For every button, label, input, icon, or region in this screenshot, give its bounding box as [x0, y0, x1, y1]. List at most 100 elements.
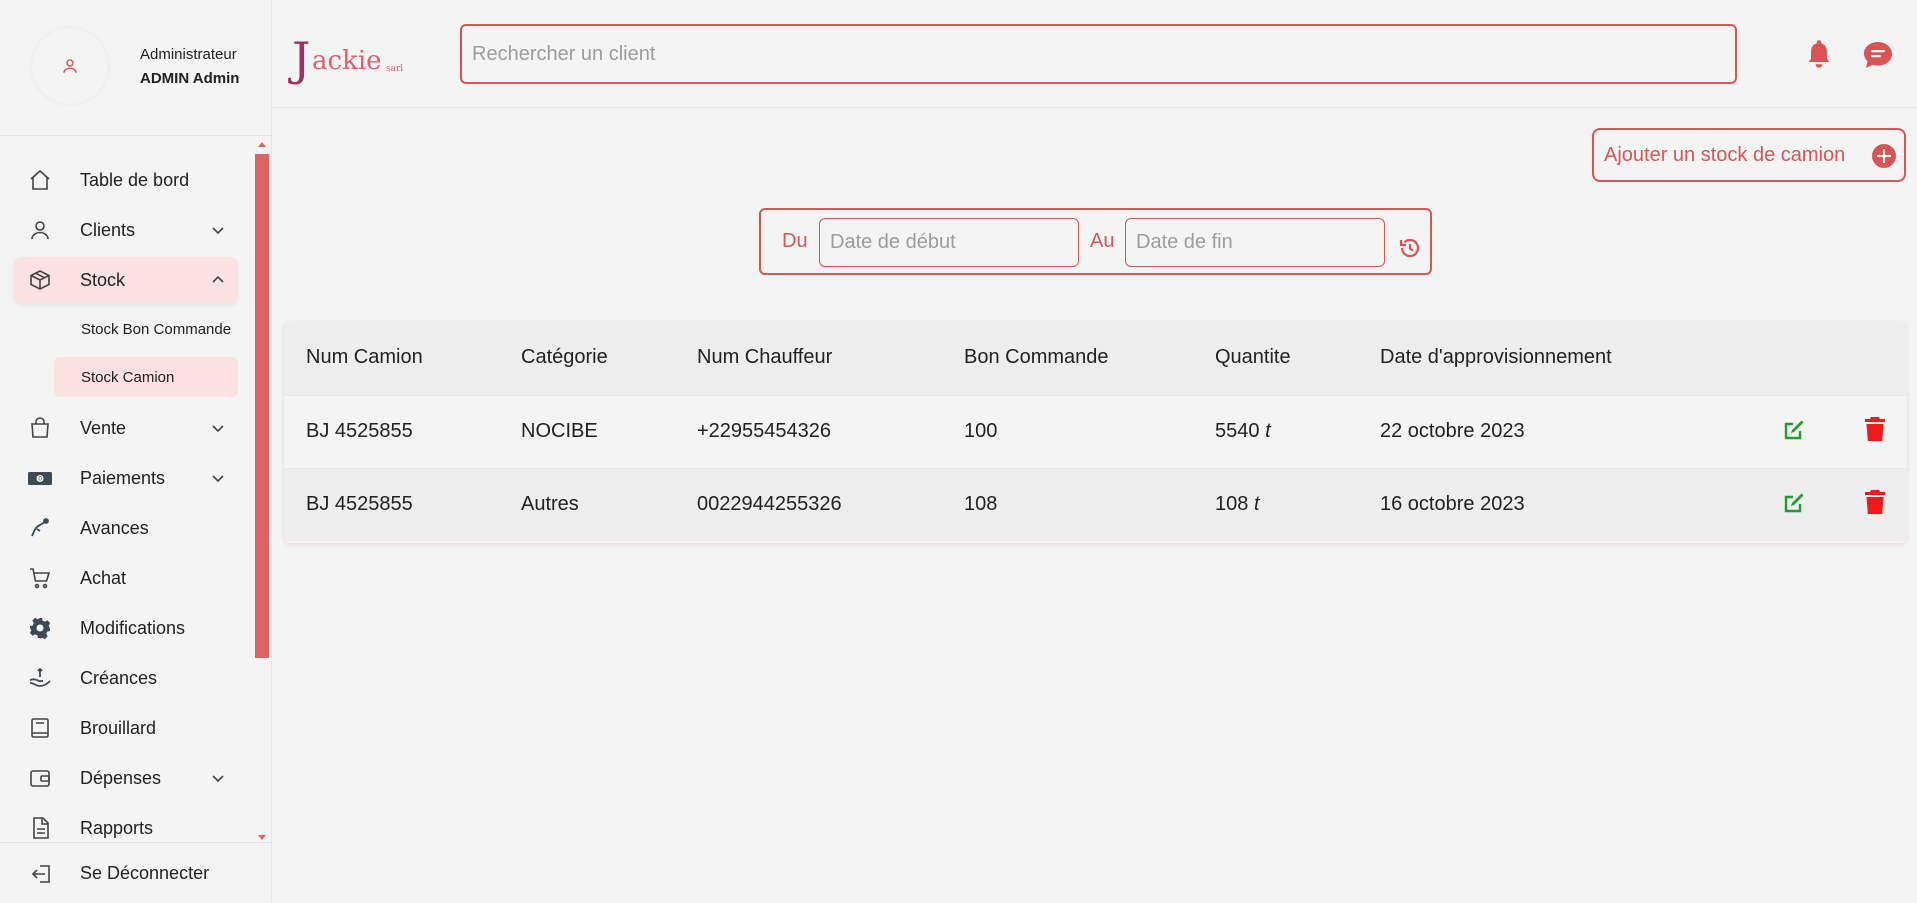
- avatar[interactable]: [32, 28, 108, 104]
- document-icon: [28, 816, 52, 840]
- cell-categorie: NOCIBE: [521, 420, 598, 442]
- cell-date: 16 octobre 2023: [1380, 493, 1525, 515]
- chevron-down-icon: [212, 475, 224, 483]
- cart-icon: [28, 566, 52, 590]
- add-button-label: Ajouter un stock de camion: [1604, 144, 1846, 166]
- hand-money-icon: [28, 666, 52, 690]
- sidebar-item-brouillard[interactable]: Brouillard: [14, 705, 238, 751]
- scroll-thumb[interactable]: [255, 154, 269, 658]
- hand-coin-icon: [28, 516, 52, 540]
- sidebar-item-vente[interactable]: Vente: [14, 405, 238, 451]
- column-header: Catégorie: [521, 346, 608, 368]
- quantity-value: 108: [1215, 493, 1249, 515]
- start-date-input[interactable]: [819, 218, 1079, 267]
- logout-label: Se Déconnecter: [80, 863, 210, 883]
- sidebar-item-label: Rapports: [80, 817, 154, 838]
- column-header: Num Chauffeur: [697, 346, 833, 368]
- plus-circle-icon: [1872, 144, 1896, 168]
- cell-categorie: Autres: [521, 493, 579, 515]
- sidebar-item-label: Clients: [80, 219, 136, 240]
- sidebar-subitem-stock-camion[interactable]: Stock Camion: [54, 357, 238, 397]
- logo-letter: J: [292, 32, 311, 86]
- sidebar-item-depenses[interactable]: Dépenses: [14, 755, 238, 801]
- date-to-label: Au: [1090, 230, 1115, 252]
- bell-icon[interactable]: [1805, 38, 1833, 70]
- sidebar-subitem-stock-bon-commande[interactable]: Stock Bon Commande: [54, 309, 238, 349]
- wallet-icon: [28, 766, 52, 790]
- sidebar-item-rapports[interactable]: Rapports: [14, 805, 238, 840]
- sidebar-item-modifications[interactable]: Modifications: [14, 605, 238, 651]
- table-row: BJ 4525855 Autres 0022944255326 108 108 …: [284, 468, 1907, 541]
- sidebar-item-label: Modifications: [80, 617, 186, 638]
- column-header: Date d'approvisionnement: [1380, 346, 1612, 368]
- user-icon: [28, 218, 52, 242]
- sidebar-subitem-label: Stock Bon Commande: [81, 320, 232, 338]
- sidebar-item-label: Avances: [80, 517, 149, 538]
- cell-num-camion: BJ 4525855: [306, 420, 413, 442]
- quantity-unit: t: [1265, 420, 1271, 442]
- sidebar-menu: Table de bord Clients Stock Stock Bon Co…: [0, 138, 254, 840]
- logo-text: ackie: [312, 46, 382, 76]
- quantity-unit: t: [1253, 493, 1260, 515]
- user-avatar-icon: [63, 59, 77, 73]
- column-header: Bon Commande: [964, 346, 1109, 368]
- sidebar-item-label: Paiements: [80, 467, 166, 488]
- sidebar-item-creances[interactable]: Créances: [14, 655, 238, 701]
- table-row: BJ 4525855 NOCIBE +22955454326 100 5540 …: [284, 395, 1907, 468]
- chat-icon[interactable]: [1862, 40, 1894, 70]
- cell-date: 22 octobre 2023: [1380, 420, 1525, 442]
- quantity-value: 5540: [1215, 420, 1260, 442]
- sidebar-item-label: Stock: [80, 269, 126, 290]
- cell-num-camion: BJ 4525855: [306, 493, 413, 515]
- sidebar-item-label: Table de bord: [80, 169, 190, 190]
- chevron-down-icon: [212, 227, 224, 235]
- sidebar-item-paiements[interactable]: 0 Paiements: [14, 455, 238, 501]
- date-from-label: Du: [782, 230, 808, 252]
- chevron-up-icon: [212, 275, 224, 283]
- sidebar-item-achat[interactable]: Achat: [14, 555, 238, 601]
- sidebar-item-label: Brouillard: [80, 717, 157, 738]
- search-input[interactable]: [460, 24, 1737, 84]
- sidebar-item-label: Dépenses: [80, 767, 162, 788]
- column-header: Quantite: [1215, 346, 1291, 368]
- gear-icon: [28, 616, 52, 640]
- end-date-input[interactable]: [1125, 218, 1385, 267]
- reset-history-icon[interactable]: [1398, 236, 1422, 260]
- cell-num-chauffeur: 0022944255326: [697, 493, 842, 515]
- cell-bon-commande: 108: [964, 493, 998, 515]
- profile-panel: Administrateur ADMIN Admin: [0, 0, 271, 136]
- logo-suffix: sarl: [386, 64, 404, 74]
- logout-button[interactable]: Se Déconnecter: [0, 842, 272, 903]
- scroll-up-arrow-icon[interactable]: [258, 142, 266, 147]
- cell-quantite: 108 t: [1215, 493, 1260, 516]
- sidebar: Administrateur ADMIN Admin Table de bord…: [0, 0, 272, 903]
- sidebar-scrollbar[interactable]: [255, 140, 269, 840]
- chevron-down-icon: [212, 775, 224, 783]
- chevron-down-icon: [212, 425, 224, 433]
- trash-icon[interactable]: [1864, 489, 1886, 515]
- money-icon: 0: [28, 466, 52, 490]
- shopping-bag-icon: [28, 416, 52, 440]
- trash-icon[interactable]: [1864, 416, 1886, 442]
- sidebar-subitem-label: Stock Camion: [81, 368, 175, 386]
- svg-text:0: 0: [38, 476, 42, 483]
- logout-icon: [31, 865, 50, 883]
- sidebar-item-label: Vente: [80, 417, 127, 438]
- sidebar-item-label: Achat: [80, 567, 127, 588]
- sidebar-item-stock[interactable]: Stock: [14, 257, 238, 303]
- profile-role: Administrateur: [140, 46, 237, 63]
- sidebar-item-avances[interactable]: Avances: [14, 505, 238, 551]
- column-header: Num Camion: [306, 346, 423, 368]
- edit-icon[interactable]: [1782, 418, 1806, 442]
- box-icon: [28, 268, 52, 292]
- date-filter: Du Au: [759, 208, 1432, 275]
- scroll-down-arrow-icon[interactable]: [258, 835, 266, 840]
- sidebar-item-clients[interactable]: Clients: [14, 207, 238, 253]
- home-icon: [28, 168, 52, 192]
- sidebar-item-label: Créances: [80, 667, 158, 688]
- edit-icon[interactable]: [1782, 491, 1806, 515]
- sidebar-item-table-de-bord[interactable]: Table de bord: [14, 157, 238, 203]
- cell-quantite: 5540 t: [1215, 420, 1271, 443]
- add-truck-stock-button[interactable]: Ajouter un stock de camion: [1592, 128, 1906, 182]
- table-header-row: Num Camion Catégorie Num Chauffeur Bon C…: [284, 322, 1907, 395]
